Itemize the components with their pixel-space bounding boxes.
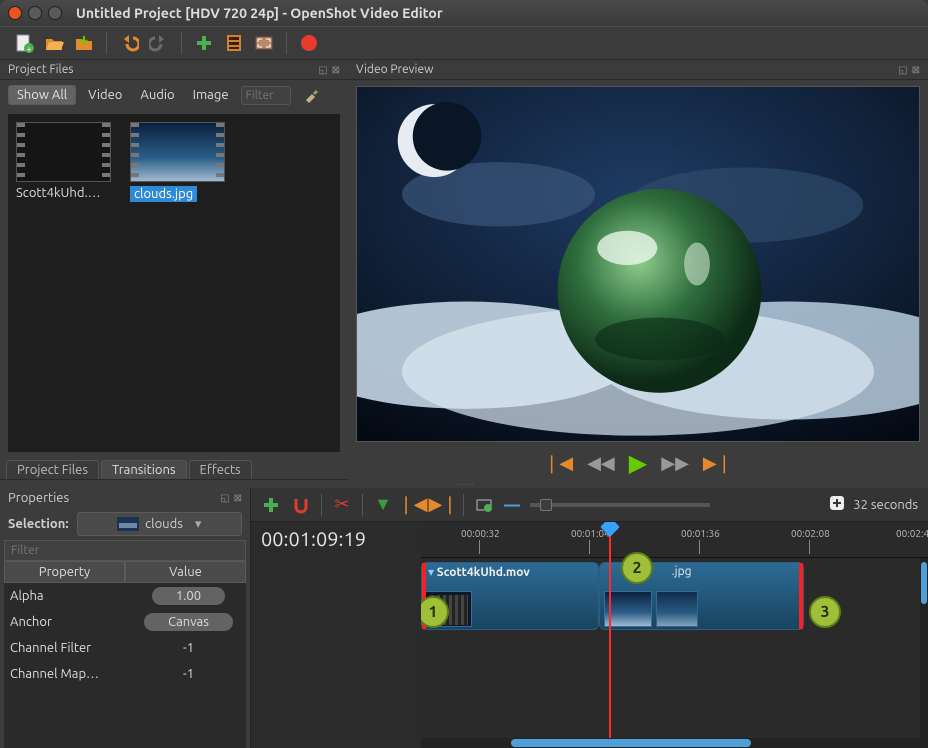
fullscreen-icon[interactable] [254,33,274,53]
annotation-badge: 3 [809,596,841,628]
clip-thumb-icon [117,517,139,531]
window-minimize-button[interactable] [28,6,42,20]
timeline-horizontal-scrollbar[interactable] [421,738,928,748]
tab-effects[interactable]: Effects [189,460,252,479]
filter-audio-button[interactable]: Audio [134,86,180,104]
timeline-track-headers: 00:01:09:19 [251,522,421,748]
filter-show-all-button[interactable]: Show All [8,85,76,105]
property-row[interactable]: Anchor Canvas [4,609,246,635]
chevron-down-icon: ▾ [195,517,202,532]
close-panel-icon[interactable]: ⊠ [234,492,242,504]
tab-project-files[interactable]: Project Files [6,460,99,479]
jump-end-button[interactable]: ▶❘ [703,453,732,474]
clip-right-handle[interactable] [799,563,803,629]
properties-col-value[interactable]: Value [125,561,246,583]
filter-video-button[interactable]: Video [82,86,128,104]
annotation-badge: 2 [621,552,653,584]
project-files-title: Project Files [8,63,74,76]
timeline-toolbar: ✂ ▼ ❘◀ ▶❘ — 32 seconds [251,488,928,522]
properties-header: Properties ◱ ⊠ [0,488,250,508]
export-video-icon[interactable] [299,33,319,53]
timeline-track[interactable]: ▾ Track 4 ▾ Scott4kUhd.mov . .jpg [421,560,928,632]
razor-tool-icon[interactable]: ✂ [332,495,352,515]
clip-thumbnail [656,591,698,627]
project-file-item[interactable]: clouds.jpg [130,122,230,202]
left-panel-tabs: Project Files Transitions Effects [0,456,348,480]
clip-thumbnail [604,591,652,627]
undo-icon[interactable] [119,33,139,53]
save-icon[interactable] [74,33,94,53]
close-panel-icon[interactable]: ⊠ [912,64,920,76]
play-button[interactable]: ▶ [629,449,647,477]
main-toolbar: + [0,26,928,60]
file-label: clouds.jpg [130,186,197,202]
new-file-icon[interactable]: + [14,33,34,53]
undock-icon[interactable]: ◱ [898,64,907,76]
rewind-button[interactable]: ◀◀ [587,453,615,474]
add-marker-icon[interactable]: ▼ [373,495,393,515]
timeline-timecode: 00:01:09:19 [261,527,366,550]
prev-marker-icon[interactable]: ❘◀ [403,495,423,515]
close-panel-icon[interactable]: ⊠ [332,64,340,76]
transport-controls: ❘◀ ◀◀ ▶ ▶▶ ▶❘ [348,446,928,480]
timeline-track[interactable]: ▾ Track 3 [421,640,928,694]
timeline-clip[interactable]: ▾ Scott4kUhd.mov [421,562,599,630]
zoom-level-label: 32 seconds [853,498,918,512]
file-filter-bar: Show All Video Audio Image [0,80,348,110]
project-file-item[interactable]: Scott4kUhd.… [16,122,116,202]
properties-filter-input[interactable] [4,540,246,561]
undock-icon[interactable]: ◱ [220,492,229,504]
zoom-out-icon[interactable]: — [504,496,520,514]
zoom-in-icon[interactable] [829,495,845,514]
video-preview-header: Video Preview ◱ ⊠ [348,60,928,80]
property-row[interactable]: Channel Filter -1 [4,635,246,661]
window-titlebar: Untitled Project [HDV 720 24p] - OpenSho… [0,0,928,26]
clip-expand-icon[interactable]: ▾ [428,566,434,579]
selection-value: clouds [145,517,183,531]
properties-col-property[interactable]: Property [4,561,125,583]
window-title: Untitled Project [HDV 720 24p] - OpenSho… [76,5,443,21]
add-track-icon[interactable] [261,495,281,515]
open-file-icon[interactable] [44,33,64,53]
timeline-canvas[interactable]: 00:00:32 00:01:04 00:01:36 00:02:08 00:0… [421,522,928,748]
property-row[interactable]: Channel Map… -1 [4,661,246,687]
clip-label: Scott4kUhd.mov [437,566,530,579]
svg-text:+: + [26,44,31,53]
tab-transitions[interactable]: Transitions [101,460,187,479]
snap-toggle-icon[interactable] [291,495,311,515]
clip-label: .jpg [672,565,692,578]
clear-filter-icon[interactable] [301,85,321,105]
choose-profile-icon[interactable] [224,33,244,53]
zoom-slider[interactable] [530,503,710,507]
property-row[interactable]: Alpha 1.00 [4,583,246,609]
properties-title: Properties [8,491,69,505]
video-preview-title: Video Preview [356,63,433,76]
file-label: Scott4kUhd.… [16,182,116,200]
file-filter-input[interactable] [241,86,291,105]
properties-table: Property Value Alpha 1.00 Anchor Canvas … [4,561,246,748]
project-files-header: Project Files ◱ ⊠ [0,60,348,80]
jump-start-button[interactable]: ❘◀ [544,453,573,474]
timeline-ruler[interactable]: 00:00:32 00:01:04 00:01:36 00:02:08 00:0… [421,522,928,558]
next-marker-icon[interactable]: ▶❘ [433,495,453,515]
center-playhead-icon[interactable] [474,495,494,515]
fast-forward-button[interactable]: ▶▶ [661,453,689,474]
video-preview-canvas[interactable] [356,86,920,442]
redo-icon[interactable] [149,33,169,53]
timeline-playhead[interactable] [609,522,611,748]
selection-label: Selection: [8,517,69,531]
splitter-horizontal[interactable]: ······ [0,480,928,488]
add-media-icon[interactable] [194,33,214,53]
selection-combo[interactable]: clouds ▾ [77,512,242,536]
project-files-grid[interactable]: Scott4kUhd.… clouds.jpg [8,114,340,452]
window-maximize-button[interactable] [48,6,62,20]
timeline-vertical-scrollbar[interactable] [920,558,928,738]
filter-image-button[interactable]: Image [187,86,235,104]
undock-icon[interactable]: ◱ [318,64,327,76]
window-close-button[interactable] [8,6,22,20]
